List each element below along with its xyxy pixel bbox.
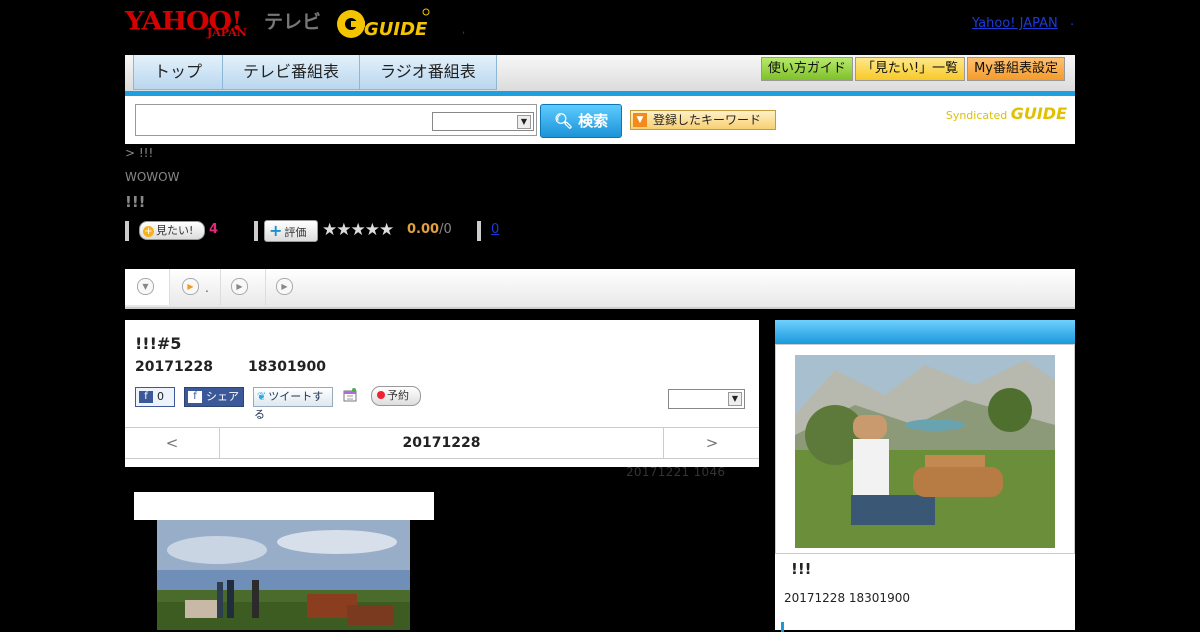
review-count-link[interactable]: 0: [491, 222, 499, 237]
header-tiny-link[interactable]: ,: [462, 25, 465, 36]
want-to-watch-list-button[interactable]: 「見たい!」一覧: [854, 57, 966, 81]
facebook-like-button[interactable]: f0: [135, 387, 175, 407]
tab-detail[interactable]: ▼: [125, 269, 170, 305]
rating-score-value: 0.00: [407, 222, 440, 237]
rate-button[interactable]: + 評価: [264, 220, 318, 242]
search-bar: ▼ 🔍︎ 検索 ▼ 登録したキーワード Syndicated GUIDE: [125, 96, 1075, 144]
date-navigation: < 20171228 >: [125, 427, 759, 459]
tab-video[interactable]: ▶ .: [170, 269, 221, 305]
episode-date: 20171228: [135, 359, 213, 375]
play-icon: ▶: [182, 278, 199, 295]
syndicated-text: Syndicated: [945, 109, 1008, 122]
image-caption-bar: [134, 492, 434, 520]
episode-time: 18301900: [248, 359, 326, 375]
nav-buttons: 使い方ガイド 「見たい!」一覧 My番組表設定: [759, 57, 1065, 81]
calendar-add-icon[interactable]: [343, 388, 357, 402]
program-tab-strip: ▼ ▶ . ▶ ▶: [125, 269, 1075, 309]
facebook-share-button[interactable]: f シェア: [184, 387, 244, 407]
search-button-label: 検索: [578, 112, 609, 130]
facebook-icon: f: [139, 391, 153, 403]
episode-panel: !!!#5 20171228 18301900 f0 f シェア ❦ ツイートする …: [125, 320, 759, 467]
tab-play-2[interactable]: ▶: [221, 269, 266, 305]
side-program-title[interactable]: !!!: [791, 560, 812, 578]
episode-title: !!!#5: [135, 334, 182, 353]
nav-tab-radio-schedule[interactable]: ラジオ番組表: [359, 55, 497, 90]
play-icon: ▶: [231, 278, 248, 295]
twitter-bird-icon: ❦: [257, 390, 267, 403]
nav-tab-tv-schedule[interactable]: テレビ番組表: [222, 55, 361, 90]
facebook-like-count: 0: [157, 390, 164, 403]
search-icon: 🔍︎: [553, 112, 573, 130]
previous-date-button[interactable]: <: [125, 428, 220, 458]
tv-logo-text[interactable]: テレビ: [264, 7, 321, 34]
search-button[interactable]: 🔍︎ 検索: [540, 104, 622, 138]
record-dot-icon: [377, 391, 385, 399]
reserve-recording-button[interactable]: 予約: [371, 386, 421, 406]
gguide-logo[interactable]: GUIDE: [334, 7, 430, 41]
yahoo-japan-logo-text: JAPAN: [207, 26, 247, 39]
facebook-share-label: シェア: [206, 390, 239, 403]
triangle-down-icon: ▼: [633, 113, 647, 127]
program-photo-cows: [157, 520, 410, 630]
divider: [254, 221, 258, 241]
next-date-button[interactable]: >: [663, 428, 760, 458]
reserve-label: 予約: [387, 389, 409, 402]
my-schedule-settings-button[interactable]: My番組表設定: [967, 57, 1065, 81]
saved-keywords-label: 登録したキーワード: [653, 113, 762, 127]
side-program-photo: [795, 355, 1055, 548]
chevron-down-icon: ▼: [137, 278, 154, 295]
want-to-watch-count: 4: [209, 222, 219, 237]
last-updated: 20171221 1046: [626, 465, 726, 479]
program-title: !!!: [125, 193, 146, 211]
plus-icon: +: [143, 226, 154, 237]
yahoo-japan-link[interactable]: Yahoo! JAPAN: [972, 16, 1058, 31]
want-to-watch-label: 見たい!: [156, 224, 194, 237]
chevron-down-icon: ▼: [517, 115, 531, 129]
divider: [477, 221, 481, 241]
syndicated-gguide-logo: Syndicated GUIDE: [946, 104, 1067, 123]
header-separator: .: [1070, 14, 1075, 29]
divider: [125, 221, 129, 241]
syndicated-g-text: GUIDE: [1010, 104, 1067, 123]
play-icon: ▶: [276, 278, 293, 295]
saved-keywords-button[interactable]: ▼ 登録したキーワード: [630, 110, 776, 130]
usage-guide-button[interactable]: 使い方ガイド: [760, 57, 853, 81]
breadcrumb[interactable]: > !!!: [125, 146, 153, 160]
chevron-down-icon: ▼: [728, 392, 742, 406]
nav-tab-top[interactable]: トップ: [133, 55, 224, 90]
search-category-select[interactable]: ▼: [432, 112, 534, 131]
side-panel-header: [775, 320, 1075, 344]
current-date: 20171228: [402, 435, 481, 451]
want-to-watch-button[interactable]: + 見たい!: [139, 221, 205, 240]
main-navbar: トップ テレビ番組表 ラジオ番組表 使い方ガイド 「見たい!」一覧 My番組表設…: [125, 55, 1075, 96]
facebook-icon: f: [188, 391, 202, 403]
tab-video-label: .: [205, 281, 209, 295]
side-panel-info: !!! 20171228 18301900: [775, 554, 1075, 632]
side-accent-bar: [781, 622, 784, 632]
rating-stars: ★★★★★: [322, 220, 394, 240]
tweet-button[interactable]: ❦ ツイートする: [253, 387, 333, 421]
plus-icon: +: [269, 221, 283, 240]
rating-score: 0.00/0: [407, 222, 452, 237]
nav-tabs: トップ テレビ番組表 ラジオ番組表: [133, 55, 497, 90]
side-program-date: 20171228 18301900: [784, 591, 910, 605]
side-photo-frame: [775, 344, 1075, 554]
channel-name: WOWOW: [125, 170, 180, 184]
tab-play-3[interactable]: ▶: [266, 269, 302, 305]
rate-label: 評価: [284, 226, 307, 239]
episode-select[interactable]: ▼: [668, 389, 745, 409]
rating-count: /0: [439, 222, 452, 237]
svg-text:GUIDE: GUIDE: [364, 19, 428, 40]
